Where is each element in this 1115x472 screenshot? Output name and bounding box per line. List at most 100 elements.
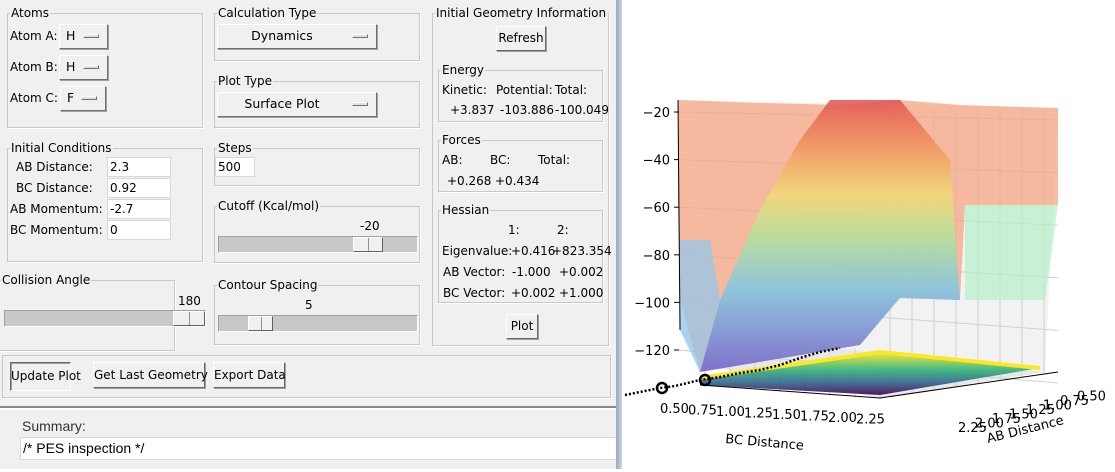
summary-input[interactable]: /* PES inspection */	[20, 437, 620, 460]
x-tick-label: 1.25	[744, 407, 773, 422]
eigenvalue-1: +0.416	[511, 244, 556, 258]
z-tick-label: −60	[643, 201, 670, 216]
cutoff-value: -20	[360, 219, 380, 233]
plot-button[interactable]: Plot	[506, 314, 538, 339]
atom-c-dropdown[interactable]: F	[60, 86, 106, 111]
z-tick-label: −100	[634, 296, 670, 311]
z-tick-label: −40	[643, 154, 670, 169]
force-total-header: Total:	[538, 153, 571, 167]
dropdown-indicator-icon	[81, 96, 97, 100]
atom-c-label: Atom C:	[10, 91, 58, 105]
bc-momentum-input[interactable]: 0	[107, 220, 171, 240]
y-tick-label: 0.50	[1077, 390, 1106, 405]
eigenvalue-2: +823.354	[552, 244, 612, 258]
bc-vector-label: BC Vector:	[443, 286, 506, 300]
bc-vector-2: +1.000	[559, 286, 604, 300]
bc-vector-1: +0.002	[511, 286, 556, 300]
ab-vector-label: AB Vector:	[443, 265, 506, 279]
refresh-button[interactable]: Refresh	[496, 26, 546, 51]
steps-input[interactable]: 500	[215, 157, 255, 177]
ab-momentum-input[interactable]: -2.7	[107, 199, 171, 219]
surface-plot-svg: −20−40−60−80−100−120 0.50 0.75 1.00 1.25 1.5…	[624, 99, 1106, 454]
x-tick-label: 1.50	[772, 408, 801, 423]
bc-distance-input[interactable]: 0.92	[107, 178, 171, 198]
dropdown-indicator-icon	[352, 34, 368, 38]
atom-a-label: Atom A:	[10, 29, 58, 43]
x-tick-label: 2.00	[828, 411, 857, 426]
summary-label: Summary:	[22, 418, 86, 434]
contour-spacing-value: 5	[305, 298, 313, 312]
collision-angle-title: Collision Angle	[1, 273, 92, 287]
collision-angle-slider[interactable]	[4, 310, 206, 327]
x-tick-label: 1.75	[800, 410, 829, 425]
export-data-button[interactable]: Export Data	[213, 362, 286, 388]
x-tick-label: 1.00	[716, 405, 745, 420]
total-header: Total:	[555, 83, 588, 97]
x-tick-labels: 0.50 0.75 1.00 1.25 1.50 1.75 2.00 2.25	[660, 402, 885, 428]
x-axis-label: BC Distance	[725, 432, 805, 454]
potential-header: Potential:	[496, 83, 553, 97]
contour-spacing-slider[interactable]	[218, 315, 418, 332]
hessian-col-1: 1:	[508, 223, 520, 237]
update-plot-button[interactable]: Update Plot	[10, 362, 81, 391]
collision-angle-value: 180	[178, 294, 201, 308]
dropdown-indicator-icon	[352, 102, 368, 106]
bc-distance-label: BC Distance:	[16, 181, 93, 195]
atom-a-dropdown[interactable]: H	[59, 24, 108, 49]
surface-right	[965, 205, 1058, 300]
total-value: -100.049	[555, 103, 609, 117]
calculation-type-dropdown[interactable]: Dynamics	[217, 24, 377, 49]
atoms-title: Atoms	[10, 6, 50, 20]
bc-momentum-label: BC Momentum:	[10, 223, 103, 237]
summary-area: Summary: /* PES inspection */	[0, 410, 620, 469]
cutoff-group: Cutoff (Kcal/mol)	[214, 199, 420, 263]
atom-b-dropdown[interactable]: H	[59, 55, 108, 80]
ab-distance-input[interactable]: 2.3	[107, 157, 171, 177]
plot-type-dropdown[interactable]: Surface Plot	[217, 92, 377, 117]
get-last-geometry-button[interactable]: Get Last Geometry	[93, 362, 208, 388]
x-tick-label: 0.50	[660, 402, 689, 417]
forces-title: Forces	[441, 133, 482, 147]
x-tick-label: 2.25	[856, 413, 885, 428]
geometry-info-title: Initial Geometry Information	[435, 6, 608, 20]
cutoff-title: Cutoff (Kcal/mol)	[217, 199, 321, 213]
plot-type-value: Surface Plot	[244, 96, 320, 111]
plot-type-title: Plot Type	[217, 74, 273, 88]
hessian-title: Hessian	[441, 203, 491, 217]
force-bc-value: +0.434	[495, 174, 540, 188]
ab-distance-label: AB Distance:	[16, 160, 93, 174]
controls-window: Atoms Atom A: H Atom B: H Atom C: F Init…	[0, 0, 618, 408]
calculation-type-title: Calculation Type	[217, 6, 318, 20]
kinetic-value: +3.837	[450, 103, 495, 117]
force-bc-header: BC:	[490, 153, 511, 167]
ab-vector-1: -1.000	[512, 265, 551, 279]
slider-thumb[interactable]	[248, 316, 273, 331]
atom-a-value: H	[66, 28, 76, 43]
atom-b-label: Atom B:	[10, 60, 58, 74]
eigenvalue-label: Eigenvalue:	[442, 244, 513, 258]
dropdown-indicator-icon	[83, 34, 99, 38]
cutoff-slider[interactable]	[218, 236, 418, 253]
hessian-col-2: 2:	[557, 223, 569, 237]
x-tick-label: 0.75	[688, 404, 717, 419]
atom-b-value: H	[66, 59, 76, 74]
slider-thumb[interactable]	[353, 237, 383, 252]
force-ab-value: +0.268	[447, 174, 492, 188]
surface-plot: −20 −40 −60 −80 −100 −120 0.50 0.75 1.00 1.25 1.5…	[622, 0, 1115, 469]
force-ab-header: AB:	[442, 153, 463, 167]
initial-conditions-title: Initial Conditions	[10, 141, 113, 155]
ab-vector-2: +0.002	[559, 265, 604, 279]
kinetic-header: Kinetic:	[442, 83, 487, 97]
ab-momentum-label: AB Momentum:	[10, 202, 103, 216]
z-tick-label: −120	[634, 344, 670, 359]
steps-title: Steps	[217, 141, 253, 155]
z-tick-label: −20	[643, 106, 670, 121]
dropdown-indicator-icon	[83, 65, 99, 69]
z-tick-labels: −20 −40 −60 −80 −100 −120	[634, 106, 679, 359]
z-tick-label: −80	[643, 249, 670, 264]
contour-spacing-title: Contour Spacing	[217, 278, 319, 292]
potential-value: -103.886	[500, 103, 554, 117]
calculation-type-value: Dynamics	[251, 28, 313, 43]
atom-c-value: F	[67, 90, 75, 105]
slider-thumb[interactable]	[173, 311, 205, 326]
